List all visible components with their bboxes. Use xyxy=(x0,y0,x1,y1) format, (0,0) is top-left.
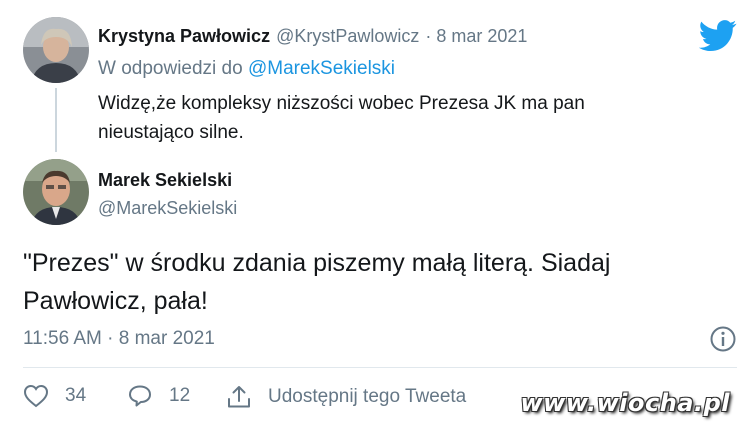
site-watermark: www.wiocha.pl xyxy=(520,389,730,417)
twitter-bird-icon[interactable] xyxy=(698,20,737,52)
in-reply-prefix: W odpowiedzi do xyxy=(98,58,243,79)
share-button[interactable]: Udostępnij tego Tweeta xyxy=(226,384,466,410)
reply-author-name[interactable]: Krystyna Pawłowicz xyxy=(98,26,270,47)
main-author-handle[interactable]: @MarekSekielski xyxy=(98,198,237,219)
share-icon xyxy=(226,384,252,410)
avatar-krystyna-pawlowicz[interactable] xyxy=(23,17,89,83)
reply-tweet-text: Widzę,że kompleksy niższości wobec Preze… xyxy=(98,93,585,143)
reply-button[interactable]: 12 xyxy=(127,384,190,408)
main-author-name[interactable]: Marek Sekielski xyxy=(98,170,232,191)
share-label: Udostępnij tego Tweeta xyxy=(268,386,467,407)
reply-author-handle[interactable]: @KrystPawlowicz xyxy=(276,26,419,47)
info-icon[interactable] xyxy=(709,325,737,353)
like-button[interactable]: 34 xyxy=(23,384,86,408)
actions-divider xyxy=(23,367,737,368)
heart-icon xyxy=(23,384,49,408)
reply-count: 12 xyxy=(169,385,191,406)
thread-connector-line xyxy=(55,88,57,152)
in-reply-handle-link[interactable]: @MarekSekielski xyxy=(248,58,395,79)
main-tweet-text: "Prezes" w środku zdania piszemy małą li… xyxy=(23,249,611,315)
like-count: 34 xyxy=(65,385,87,406)
reply-date[interactable]: · 8 mar 2021 xyxy=(425,26,527,47)
tweet-timestamp[interactable]: 11:56 AM · 8 mar 2021 xyxy=(23,328,215,350)
avatar-marek-sekielski[interactable] xyxy=(23,159,89,225)
reply-bubble-icon xyxy=(127,384,153,408)
